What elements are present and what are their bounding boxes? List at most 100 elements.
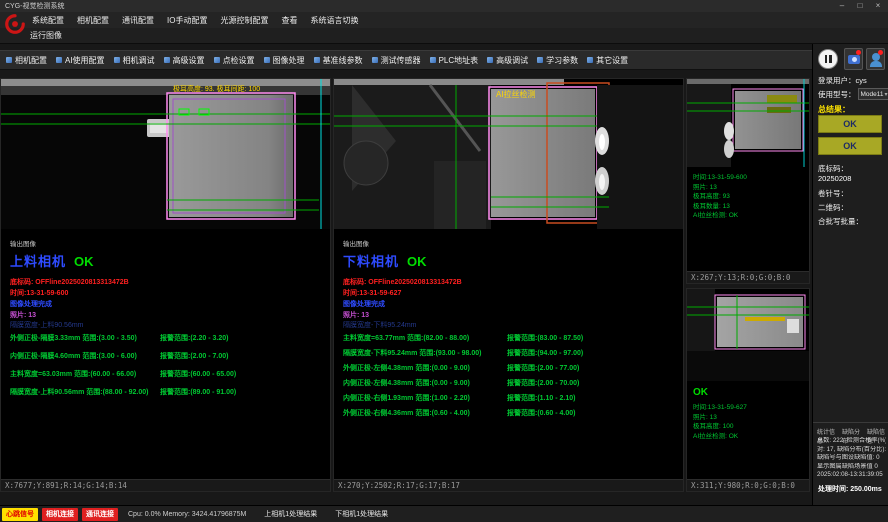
- result-ok-badge: OK: [407, 254, 427, 269]
- measurement-row: 内侧正极-左侧4.38mm 范围:(0.00 - 9.00) 报警范围:(2.0…: [334, 378, 683, 388]
- measurement-value: 隔膜宽度-上料90.56mm 范围:(88.00 - 92.00): [10, 387, 160, 397]
- minimize-button[interactable]: –: [837, 0, 847, 12]
- window-controls: – □ ×: [837, 0, 883, 12]
- camera-name: 上料相机: [10, 254, 66, 269]
- toolbar-item[interactable]: 测试传感器: [372, 55, 421, 66]
- toolbar-item-label: 点检设置: [223, 55, 255, 66]
- menu-item[interactable]: 系统语言切换: [310, 15, 358, 26]
- toolbar-item-label: 高级调试: [496, 55, 528, 66]
- toolbar-item-icon: [372, 57, 378, 63]
- tab-row: 运行图像: [0, 28, 888, 44]
- toolbar-item[interactable]: 图像处理: [264, 55, 305, 66]
- aux-result-line: 极耳高度: 100: [693, 422, 809, 432]
- toolbar-item[interactable]: 学习参数: [537, 55, 578, 66]
- model-select[interactable]: Mode11 ▾: [858, 88, 888, 100]
- comm-connection-chip: 通讯连接: [82, 508, 118, 521]
- menu-item[interactable]: 通讯配置: [122, 15, 154, 26]
- toolbar-item[interactable]: AI使用配置: [56, 55, 105, 66]
- lower-overlay-text: AI拉丝检测: [496, 89, 536, 99]
- close-button[interactable]: ×: [873, 0, 883, 12]
- menu-item[interactable]: 系统配置: [32, 15, 64, 26]
- sidebar-barcode-value: 20250208: [818, 174, 851, 183]
- measurement-row: 主料宽度=63.77mm 范围:(82.00 - 88.00) 报警范围:(83…: [334, 333, 683, 343]
- toolbar-item-label: 测试传感器: [381, 55, 421, 66]
- aux-camera-image-1[interactable]: [687, 79, 809, 167]
- app-window: CYG-视觉检测系统 – □ × 系统配置 相机配置 通讯配置 IO手动配置 光…: [0, 0, 888, 522]
- measurement-row: 主料宽度=63.03mm 范围:(60.00 - 66.00) 报警范围:(60…: [1, 369, 330, 379]
- upper-camera-image[interactable]: 极耳高度: 93. 极耳间距: 100: [1, 79, 330, 229]
- maximize-button[interactable]: □: [855, 0, 865, 12]
- pixel-readout: X:7677;Y:891;R:14;G:14;B:14: [5, 481, 127, 490]
- upper-overlay-text: 极耳高度: 93. 极耳间距: 100: [173, 84, 260, 93]
- measurement-value: 主料宽度=63.77mm 范围:(82.00 - 88.00): [343, 333, 507, 343]
- toolbar-item-label: PLC地址表: [439, 55, 479, 66]
- operator-tool-button[interactable]: [866, 48, 885, 70]
- camera-name: 下料相机: [343, 254, 399, 269]
- toolbar-item-icon: [537, 57, 543, 63]
- menu-bar: 系统配置 相机配置 通讯配置 IO手动配置 光源控制配置 查看 系统语言切换: [0, 12, 888, 28]
- total-result-boxes: OKOK: [818, 115, 882, 159]
- alarm-range: 报警范围:(94.00 - 97.00): [507, 348, 583, 358]
- lower-result-text: 输出图像 下料相机OK 底标码: OFFline2025020813313472…: [334, 229, 683, 479]
- alarm-range: 报警范围:(60.00 - 65.00): [160, 369, 236, 379]
- upper-coordinate-bar: X:7677;Y:891;R:14;G:14;B:14: [1, 479, 330, 491]
- login-user-value: cys: [856, 76, 867, 85]
- measurement-value: 内侧正极-左侧4.38mm 范围:(0.00 - 9.00): [343, 378, 507, 388]
- pause-button[interactable]: [818, 49, 838, 69]
- upper-camera-result-status: 上相机1处理结果: [264, 509, 317, 519]
- aux-camera-panel-1: 时间:13-31-59-600照片: 13极耳高度: 93极耳数量: 13AI拉…: [686, 78, 810, 284]
- total-result-box: OK: [818, 137, 882, 155]
- pixel-readout: X:311;Y:980;R:0;G:0;B:0: [691, 481, 795, 490]
- sidebar-divider: [813, 422, 888, 423]
- login-user-row: 登录用户：cys: [818, 75, 867, 86]
- upper-camera-panel: 极耳高度: 93. 极耳间距: 100 输出图像 上料相机OK 底标码: OFF…: [0, 78, 331, 492]
- toolbar-item[interactable]: 相机调试: [114, 55, 155, 66]
- time-line: 时间:13-31-59-627: [343, 288, 401, 298]
- measurement-row: 隔膜宽度-下料95.24mm 范围:(93.00 - 98.00) 报警范围:(…: [334, 348, 683, 358]
- toolbar-item[interactable]: 高级调试: [487, 55, 528, 66]
- toolbar-item[interactable]: 其它设置: [587, 55, 628, 66]
- alarm-range: 报警范围:(2.00 - 77.00): [507, 363, 579, 373]
- reel-number-label: 卷针号：: [818, 188, 848, 199]
- tab-run-image[interactable]: 运行图像: [30, 30, 62, 41]
- camera-title: 下料相机 OK: [343, 251, 427, 270]
- toolbar-item[interactable]: PLC地址表: [430, 55, 479, 66]
- lower-camera-image[interactable]: AI拉丝检测: [334, 79, 683, 229]
- aux-result-line: AI拉丝检测: OK: [693, 211, 809, 221]
- process-time: 处理时间: 250.00ms: [818, 484, 882, 494]
- menu-item[interactable]: 相机配置: [77, 15, 109, 26]
- chevron-down-icon: ▾: [884, 91, 887, 98]
- process-status-line: 图像处理完成: [343, 299, 385, 309]
- camera-tool-button[interactable]: [844, 48, 863, 70]
- dim-measure-line: 隔膜宽度-上料90.56mm: [10, 320, 84, 330]
- toolbar-item[interactable]: 高级设置: [164, 55, 205, 66]
- right-sidebar: 登录用户：cys 使用型号： Mode11 ▾ 总结果： OKOK 底标码： 2…: [812, 44, 888, 505]
- measurement-row: 外侧正极-左侧4.38mm 范围:(0.00 - 9.00) 报警范围:(2.0…: [334, 363, 683, 373]
- aux-camera-image-2[interactable]: [687, 289, 809, 381]
- toolbar-item-label: 基准线参数: [323, 55, 363, 66]
- measurement-value: 外侧正极-右侧4.36mm 范围:(0.60 - 4.00): [343, 408, 507, 418]
- photo-count-line: 照片: 13: [343, 310, 369, 320]
- model-label: 使用型号：: [818, 89, 856, 100]
- measurement-row: 内侧正极-右侧1.93mm 范围:(1.00 - 2.20) 报警范围:(1.1…: [334, 393, 683, 403]
- menu-item[interactable]: IO手动配置: [167, 15, 207, 26]
- alarm-range: 报警范围:(2.20 - 3.20): [160, 333, 228, 343]
- measurement-value: 内侧正极-隔膜4.60mm 范围:(3.00 - 6.00): [10, 351, 160, 361]
- measurement-list: 主料宽度=63.77mm 范围:(82.00 - 88.00) 报警范围:(83…: [334, 333, 683, 423]
- aux-result-line: 时间:13-31-59-600: [693, 173, 809, 183]
- barcode-line: 底标码: OFFline2025020813313472B: [343, 277, 462, 287]
- toolbar-item-label: 学习参数: [546, 55, 578, 66]
- measurement-row: 隔膜宽度-上料90.56mm 范围:(88.00 - 92.00) 报警范围:(…: [1, 387, 330, 397]
- toolbar-item[interactable]: 相机配置: [6, 55, 47, 66]
- output-note: 输出图像: [10, 238, 36, 248]
- menu-item[interactable]: 光源控制配置: [220, 15, 268, 26]
- toolbar-item[interactable]: 点检设置: [214, 55, 255, 66]
- toolbar-item-icon: [6, 57, 12, 63]
- aux1-lines: 时间:13-31-59-600照片: 13极耳高度: 93极耳数量: 13AI拉…: [687, 167, 809, 221]
- title-bar: CYG-视觉检测系统 – □ ×: [0, 0, 888, 12]
- toolbar-item-icon: [56, 57, 62, 63]
- aux-result-line: 极耳数量: 13: [693, 202, 809, 212]
- window-title: CYG-视觉检测系统: [5, 1, 65, 11]
- toolbar-item[interactable]: 基准线参数: [314, 55, 363, 66]
- menu-item[interactable]: 查看: [281, 15, 297, 26]
